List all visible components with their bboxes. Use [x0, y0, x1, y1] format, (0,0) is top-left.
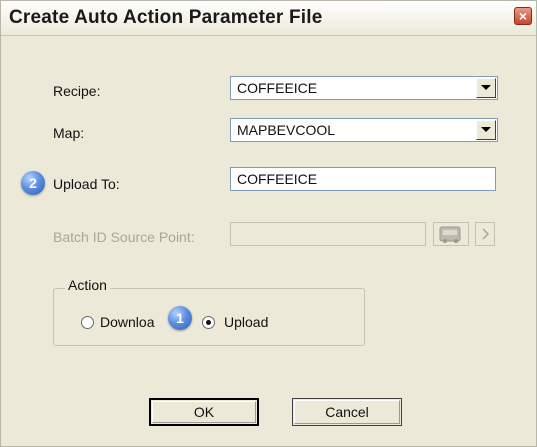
close-button[interactable]: ×: [514, 7, 532, 25]
radio-selected-dot: [206, 320, 211, 325]
recipe-label: Recipe:: [53, 83, 101, 99]
chevron-down-icon: [481, 127, 491, 132]
ok-button[interactable]: OK: [149, 398, 259, 426]
recipe-dropdown[interactable]: COFFEEICE: [230, 76, 498, 100]
map-dropdown[interactable]: MAPBEVCOOL: [230, 118, 498, 142]
window-title: Create Auto Action Parameter File: [9, 7, 323, 28]
batch-id-input[interactable]: [230, 222, 426, 246]
point-browser-icon: [439, 226, 461, 243]
close-icon: ×: [518, 8, 528, 24]
dialog-window: Create Auto Action Parameter File × Reci…: [0, 0, 537, 447]
chevron-right-icon: [482, 228, 490, 240]
cancel-button-label: Cancel: [325, 404, 369, 420]
upload-to-input[interactable]: COFFEEICE: [230, 167, 496, 191]
recipe-value: COFFEEICE: [237, 80, 318, 96]
download-radio-label[interactable]: Downloa: [100, 314, 154, 330]
upload-radio-label[interactable]: Upload: [224, 314, 268, 330]
browse-point-button[interactable]: [433, 222, 469, 246]
callout-badge-1: 1: [168, 306, 192, 330]
callout-badge-2: 2: [21, 171, 45, 195]
batch-id-label: Batch ID Source Point:: [53, 229, 195, 245]
map-label: Map:: [53, 125, 85, 141]
download-radio[interactable]: [81, 316, 94, 329]
upload-to-value: COFFEEICE: [237, 171, 318, 187]
action-group-legend: Action: [65, 277, 110, 293]
upload-to-label: Upload To:: [53, 176, 120, 192]
ok-button-label: OK: [193, 404, 215, 420]
cancel-button[interactable]: Cancel: [292, 398, 402, 426]
title-bar[interactable]: Create Auto Action Parameter File ×: [1, 1, 536, 36]
upload-radio[interactable]: [202, 316, 215, 329]
expand-button[interactable]: [475, 222, 495, 246]
map-value: MAPBEVCOOL: [237, 122, 336, 138]
chevron-down-icon: [481, 85, 491, 90]
map-dropdown-button[interactable]: [476, 120, 496, 140]
recipe-dropdown-button[interactable]: [476, 78, 496, 98]
